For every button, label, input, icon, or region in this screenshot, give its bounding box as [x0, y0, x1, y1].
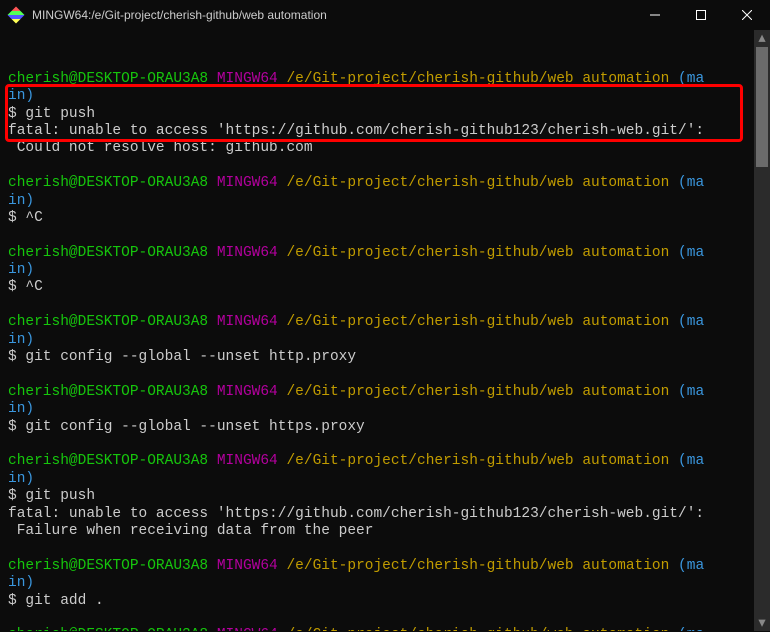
- terminal-body[interactable]: cherish@DESKTOP-ORAU3A8 MINGW64 /e/Git-p…: [0, 30, 770, 631]
- command-line: $ git add .: [8, 593, 762, 610]
- scroll-down-icon[interactable]: ▾: [754, 615, 770, 631]
- output-line: Failure when receiving data from the pee…: [8, 523, 762, 540]
- titlebar: MINGW64:/e/Git-project/cherish-github/we…: [0, 0, 770, 30]
- prompt-env: MINGW64: [217, 71, 278, 87]
- command-line: $ ^C: [8, 210, 762, 227]
- scroll-up-icon[interactable]: ▴: [754, 30, 770, 46]
- prompt-branch: ma: [687, 71, 704, 87]
- minimize-button[interactable]: [632, 0, 678, 30]
- prompt-path: /e/Git-project/cherish-github/web automa…: [286, 71, 669, 87]
- command-line: $ ^C: [8, 279, 762, 296]
- output-line: fatal: unable to access 'https://github.…: [8, 506, 762, 523]
- command-line: $ git config --global --unset https.prox…: [8, 419, 762, 436]
- window-title: MINGW64:/e/Git-project/cherish-github/we…: [32, 8, 632, 22]
- prompt-branch2: in: [8, 88, 25, 104]
- prompt-branch-close: ): [25, 88, 34, 104]
- command-line: $ git push: [8, 106, 762, 123]
- window-controls: [632, 0, 770, 30]
- close-button[interactable]: [724, 0, 770, 30]
- command-line: $ git push: [8, 488, 762, 505]
- prompt-userhost: cherish@DESKTOP-ORAU3A8: [8, 71, 208, 87]
- maximize-button[interactable]: [678, 0, 724, 30]
- output-line: Could not resolve host: github.com: [8, 140, 762, 157]
- scrollbar-thumb[interactable]: [756, 47, 768, 167]
- command-line: $ git config --global --unset http.proxy: [8, 349, 762, 366]
- output-line: fatal: unable to access 'https://github.…: [8, 123, 762, 140]
- app-icon: [8, 7, 24, 23]
- scrollbar-track[interactable]: ▴ ▾: [754, 30, 770, 631]
- prompt-branch-open: (: [678, 71, 687, 87]
